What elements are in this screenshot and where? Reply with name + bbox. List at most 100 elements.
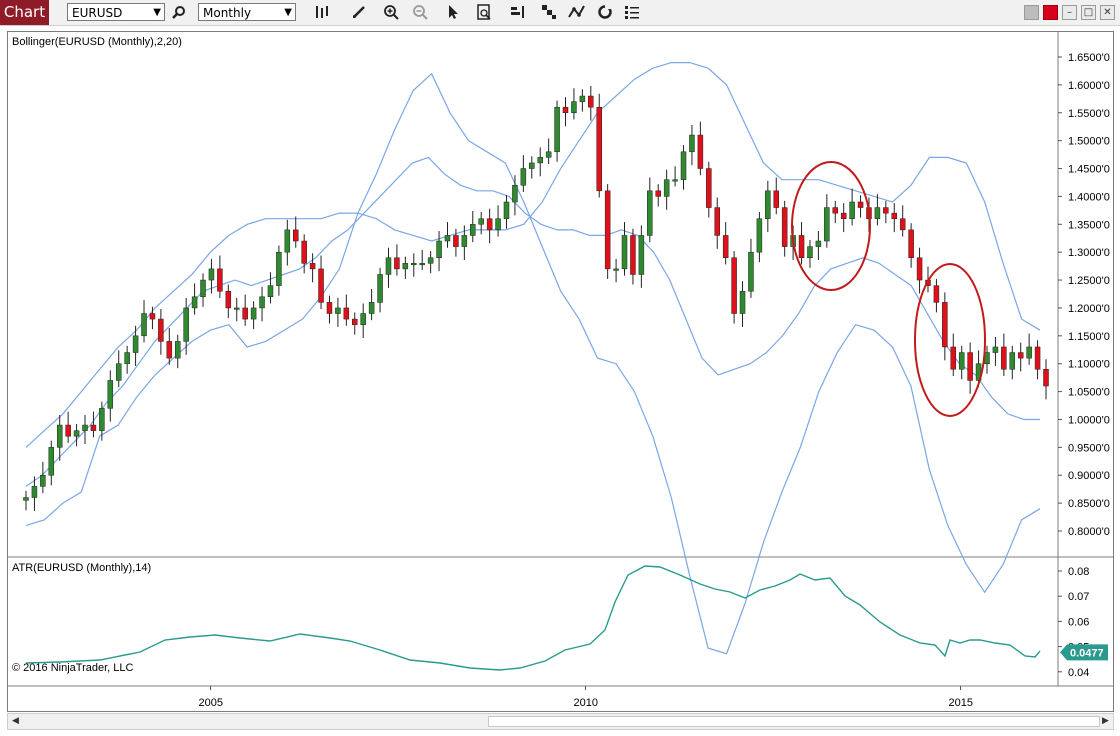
candle-up: [512, 185, 518, 203]
candle-down: [883, 207, 889, 214]
candle-down: [781, 207, 788, 247]
candle-up: [748, 251, 754, 292]
candle-down: [65, 424, 71, 437]
candle-down: [158, 318, 164, 342]
candle-down: [596, 106, 602, 192]
y-tick-label: 0.8500'0: [1068, 498, 1110, 510]
y-tick-label: 0.8000'0: [1068, 526, 1110, 538]
scroll-left-icon[interactable]: ◀: [8, 714, 23, 729]
candle-down: [486, 218, 493, 231]
candle-up: [427, 257, 434, 264]
candle-up: [40, 474, 46, 487]
candle-up: [385, 257, 392, 275]
candle-down: [798, 235, 805, 259]
candle-up: [849, 201, 855, 219]
candle-down: [916, 257, 923, 281]
candle-down: [933, 285, 940, 303]
candle-up: [520, 168, 527, 186]
candle-up: [461, 235, 468, 247]
candle-up: [739, 290, 746, 314]
candle-up: [335, 307, 341, 314]
candle-down: [731, 257, 737, 314]
candle-down: [832, 207, 839, 214]
candle-up: [579, 95, 586, 102]
candle-up: [663, 179, 670, 197]
candle-up: [250, 307, 257, 320]
candle-down: [840, 212, 847, 219]
scroll-right-icon[interactable]: ▶: [1098, 714, 1113, 729]
y-tick-label: 1.3000'0: [1068, 247, 1110, 259]
candle-up: [73, 430, 80, 437]
y-tick-label: 1.2500'0: [1068, 275, 1110, 287]
candle-down: [773, 190, 779, 208]
candle-down: [562, 106, 569, 114]
candle-up: [689, 134, 695, 153]
y-tick-label: 1.2000'0: [1068, 303, 1110, 315]
atr-tick-label: 0.04: [1068, 667, 1089, 679]
candle-down: [630, 235, 636, 275]
y-tick-label: 1.0000'0: [1068, 414, 1110, 426]
candle-up: [191, 296, 198, 309]
candle-up: [444, 235, 451, 242]
candle-down: [588, 95, 594, 108]
y-tick-label: 1.0500'0: [1068, 387, 1110, 399]
candle-down: [1043, 369, 1049, 387]
atr-value-text: 0.0477: [1070, 647, 1104, 659]
candle-up: [82, 424, 88, 431]
y-tick-label: 0.9500'0: [1068, 442, 1110, 454]
candle-up: [571, 101, 577, 114]
candle-up: [368, 302, 375, 314]
candle-up: [824, 207, 830, 242]
candle-up: [99, 408, 105, 431]
x-tick-label: 2015: [949, 697, 973, 709]
candle-up: [276, 251, 282, 286]
candle-down: [309, 263, 316, 270]
y-tick-label: 1.5000'0: [1068, 136, 1110, 148]
candle-up: [638, 235, 645, 275]
candle-up: [647, 190, 653, 236]
candle-up: [377, 274, 383, 303]
y-tick-label: 1.3500'0: [1068, 219, 1110, 231]
candle-up: [815, 240, 822, 247]
candle-down: [453, 235, 459, 247]
y-tick-label: 1.4000'0: [1068, 191, 1110, 203]
candle-up: [132, 335, 139, 353]
candle-down: [908, 229, 914, 259]
candle-down: [343, 307, 350, 320]
candle-up: [765, 190, 771, 219]
x-tick-label: 2005: [199, 697, 223, 709]
scroll-thumb[interactable]: [488, 716, 1100, 727]
candle-down: [217, 268, 223, 292]
candle-up: [1026, 346, 1032, 359]
candle-up: [756, 218, 763, 253]
candle-up: [613, 268, 619, 271]
candle-down: [942, 302, 948, 348]
candle-up: [208, 268, 215, 281]
candle-up: [233, 307, 240, 310]
candle-up: [554, 106, 560, 153]
candle-down: [706, 168, 712, 208]
y-tick-label: 1.1500'0: [1068, 331, 1110, 343]
candle-up: [958, 352, 965, 370]
candle-up: [419, 263, 425, 266]
bollinger-upper-line: [25, 62, 1041, 448]
candle-down: [394, 257, 400, 270]
candle-down: [326, 302, 333, 314]
copyright-text: © 2016 NinjaTrader, LLC: [12, 662, 134, 674]
candle-up: [267, 285, 274, 298]
x-tick-label: 2010: [574, 697, 598, 709]
candle-up: [537, 157, 543, 164]
candle-up: [503, 201, 510, 219]
candle-up: [672, 179, 678, 182]
horizontal-scrollbar[interactable]: ◀ ▶: [7, 713, 1114, 730]
atr-tick-label: 0.07: [1068, 591, 1089, 603]
chart-canvas[interactable]: 1.6500'0 1.6000'0 1.5500'0 1.5000'0 1.4500'0…: [0, 0, 1120, 736]
candle-down: [714, 207, 720, 236]
candle-up: [141, 313, 147, 337]
candle-up: [124, 352, 130, 364]
candle-up: [48, 447, 55, 476]
candle-down: [697, 134, 704, 169]
candle-up: [402, 263, 409, 270]
candle-up: [621, 235, 628, 270]
candle-down: [352, 318, 358, 325]
